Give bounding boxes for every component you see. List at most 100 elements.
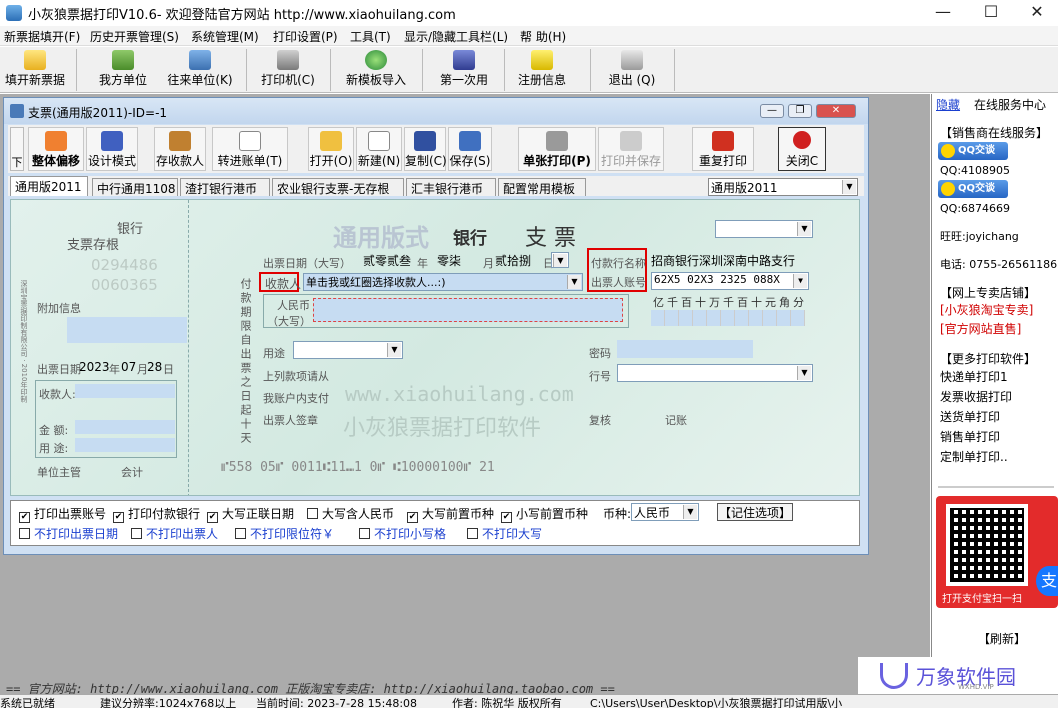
payer-bank-value[interactable]: 招商银行深圳深南中路支行 [651,252,795,269]
digit-cell[interactable] [665,310,679,326]
checkmark-icon[interactable]: ✔ [19,512,30,523]
digit-cell[interactable] [735,310,749,326]
software-express[interactable]: 快递单打印1 [940,368,1008,385]
open-button[interactable]: 打开(O) [308,127,354,171]
extra-info-field[interactable] [67,317,187,343]
tab-general-2011[interactable]: 通用版2011 [10,176,88,196]
qq-chat-button-1[interactable]: QQ交谈 [938,142,1008,160]
template-select[interactable]: 通用版2011 ▼ [708,178,858,196]
software-sales[interactable]: 销售单打印 [940,428,1000,445]
stub-payee-field[interactable] [75,384,175,398]
bank-select[interactable]: ▼ [715,220,813,238]
remember-options-button[interactable]: 【记住选项】 [717,503,793,521]
option-checkbox[interactable]: 不打印大写 [467,525,542,542]
copy-button[interactable]: 复制(C) [404,127,447,171]
checkbox-icon[interactable] [131,528,142,539]
close-cheque-button[interactable]: 关闭C [778,127,826,171]
digit-cell[interactable] [693,310,707,326]
option-checkbox[interactable]: ✔ 大写前置币种 [407,505,494,523]
menu-toggle-toolbar[interactable]: 显示/隐藏工具栏(L) [404,28,508,45]
option-checkbox[interactable]: 不打印出票人 [131,525,218,542]
stub-purpose-field[interactable] [75,438,175,452]
taobao-shop-link[interactable]: [小灰狼淘宝专卖] [940,301,1033,318]
digit-cell[interactable] [763,310,777,326]
software-custom[interactable]: 定制单打印.. [940,448,1008,465]
checkbox-icon[interactable] [19,528,30,539]
tab-standard-chartered-hkd[interactable]: 渣打银行港币 [180,178,270,196]
checkmark-icon[interactable]: ✔ [407,512,418,523]
qq-chat-button-2[interactable]: QQ交谈 [938,180,1008,198]
tab-common-templates[interactable]: 配置常用模板 [498,178,586,196]
payee-select[interactable]: 单击我或红圈选择收款人...:) ▼ [303,273,583,291]
child-restore-button[interactable]: ❐ [788,104,812,118]
checkmark-icon[interactable]: ✔ [207,512,218,523]
digit-cell[interactable] [721,310,735,326]
digit-cell[interactable] [749,310,763,326]
close-window-button[interactable]: ✕ [1014,0,1058,26]
software-invoice[interactable]: 发票收据打印 [940,388,1012,405]
digit-cell[interactable] [791,310,805,326]
down-arrow-button[interactable]: 下 [10,127,24,171]
transfer-slip-button[interactable]: 转进账单(T) [212,127,288,171]
password-field[interactable] [617,340,753,358]
overall-offset-button[interactable]: 整体偏移 [28,127,84,171]
option-checkbox[interactable]: ✔ 打印出票账号 [19,505,106,523]
option-checkbox[interactable]: ✔ 打印付款银行 [113,505,200,523]
checkbox-icon[interactable] [235,528,246,539]
alipay-promo[interactable]: 打开支付宝扫一扫 支 [936,496,1058,608]
digit-cell[interactable] [679,310,693,326]
minimize-button[interactable]: — [920,0,966,26]
checkmark-icon[interactable]: ✔ [113,512,124,523]
save-payee-button[interactable]: 存收款人 [154,127,206,171]
import-template-button[interactable]: 新模板导入 [340,49,412,91]
child-minimize-button[interactable]: — [760,104,784,118]
print-and-save-button[interactable]: 打印并保存 [598,127,664,171]
printer-button[interactable]: 打印机(C) [256,49,320,91]
reprint-button[interactable]: 重复打印 [692,127,754,171]
digit-cell[interactable] [777,310,791,326]
partner-company-button[interactable]: 往来单位(K) [164,49,236,91]
option-checkbox[interactable]: 不打印限位符￥ [235,525,334,542]
checkbox-icon[interactable] [359,528,370,539]
option-checkbox[interactable]: ✔ 小写前置币种 [501,505,588,523]
tab-hsbc-hkd[interactable]: 汇丰银行港币 [406,178,496,196]
option-checkbox[interactable]: 不打印小写格 [359,525,446,542]
new-button[interactable]: 新建(N) [356,127,402,171]
design-mode-button[interactable]: 设计模式 [86,127,138,171]
official-site-link[interactable]: [官方网站直售] [940,320,1021,337]
option-checkbox[interactable]: ✔ 大写正联日期 [207,505,294,523]
menu-print-settings[interactable]: 打印设置(P) [273,28,338,45]
purpose-select[interactable]: ▼ [293,341,403,359]
menu-system[interactable]: 系统管理(M) [191,28,259,45]
save-button[interactable]: 保存(S) [448,127,492,171]
stub-amount-field[interactable] [75,420,175,434]
menu-help[interactable]: 帮 助(H) [520,28,566,45]
new-ticket-button[interactable]: 填开新票据 [2,49,68,91]
maximize-button[interactable]: ☐ [968,0,1014,26]
menu-new-ticket[interactable]: 新票据填开(F) [4,28,80,45]
checkmark-icon[interactable]: ✔ [501,512,512,523]
payer-account-select[interactable]: 62X5 02X3 2325 088X ▼ [651,272,809,290]
first-use-button[interactable]: 第一次用 [434,49,494,91]
tab-boc-1108[interactable]: 中行通用1108 [92,178,178,196]
software-delivery[interactable]: 送货单打印 [940,408,1000,425]
checkbox-icon[interactable] [307,508,318,519]
menu-history[interactable]: 历史开票管理(S) [90,28,179,45]
single-print-button[interactable]: 单张打印(P) [518,127,596,171]
digit-cell[interactable] [651,310,665,326]
digit-cell[interactable] [707,310,721,326]
option-checkbox[interactable]: 大写含人民币 [307,505,394,522]
child-close-button[interactable]: ✕ [816,104,856,118]
our-company-button[interactable]: 我方单位 [92,49,154,91]
row-number-select[interactable]: ▼ [617,364,813,382]
amount-words-field[interactable] [313,298,623,322]
checkbox-icon[interactable] [467,528,478,539]
exit-button[interactable]: 退出 (Q) [600,49,664,91]
tab-abc-no-stub[interactable]: 农业银行支票-无存根 [272,178,404,196]
currency-select[interactable]: 人民币 ▼ [631,503,699,521]
option-checkbox[interactable]: 不打印出票日期 [19,525,118,542]
register-info-button[interactable]: 注册信息 [512,49,572,91]
menu-tools[interactable]: 工具(T) [350,28,391,45]
hide-panel-link[interactable]: 隐藏 [936,96,960,113]
date-dropdown[interactable]: ▼ [551,252,569,268]
